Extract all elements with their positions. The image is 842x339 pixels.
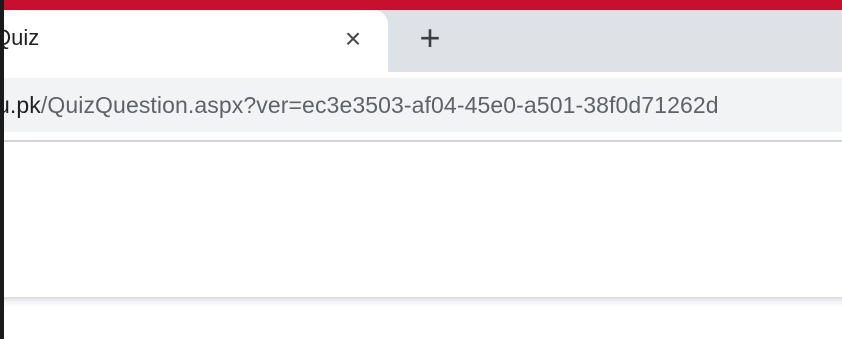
url-path: /QuizQuestion.aspx?ver=ec3e3503-af04-45e…: [40, 92, 719, 118]
url-text[interactable]: u.pk/QuizQuestion.aspx?ver=ec3e3503-af04…: [0, 92, 719, 119]
tab-quiz[interactable]: Quiz ×: [0, 10, 388, 72]
tab-title: Quiz: [0, 25, 40, 50]
tab-strip: Quiz × +: [0, 10, 842, 72]
close-icon[interactable]: ×: [335, 21, 371, 57]
address-bar[interactable]: u.pk/QuizQuestion.aspx?ver=ec3e3503-af04…: [0, 78, 842, 132]
window-left-border: [0, 0, 4, 339]
page-content-area: [0, 142, 842, 297]
section-divider: [0, 297, 842, 307]
page-lower-area: [0, 307, 842, 339]
url-domain: u.pk: [0, 92, 41, 118]
window-top-accent-bar: [0, 0, 842, 10]
browser-toolbar: u.pk/QuizQuestion.aspx?ver=ec3e3503-af04…: [0, 72, 842, 142]
new-tab-plus-icon[interactable]: +: [408, 16, 452, 60]
browser-window: Quiz × + u.pk/QuizQuestion.aspx?ver=ec3e…: [0, 0, 842, 339]
